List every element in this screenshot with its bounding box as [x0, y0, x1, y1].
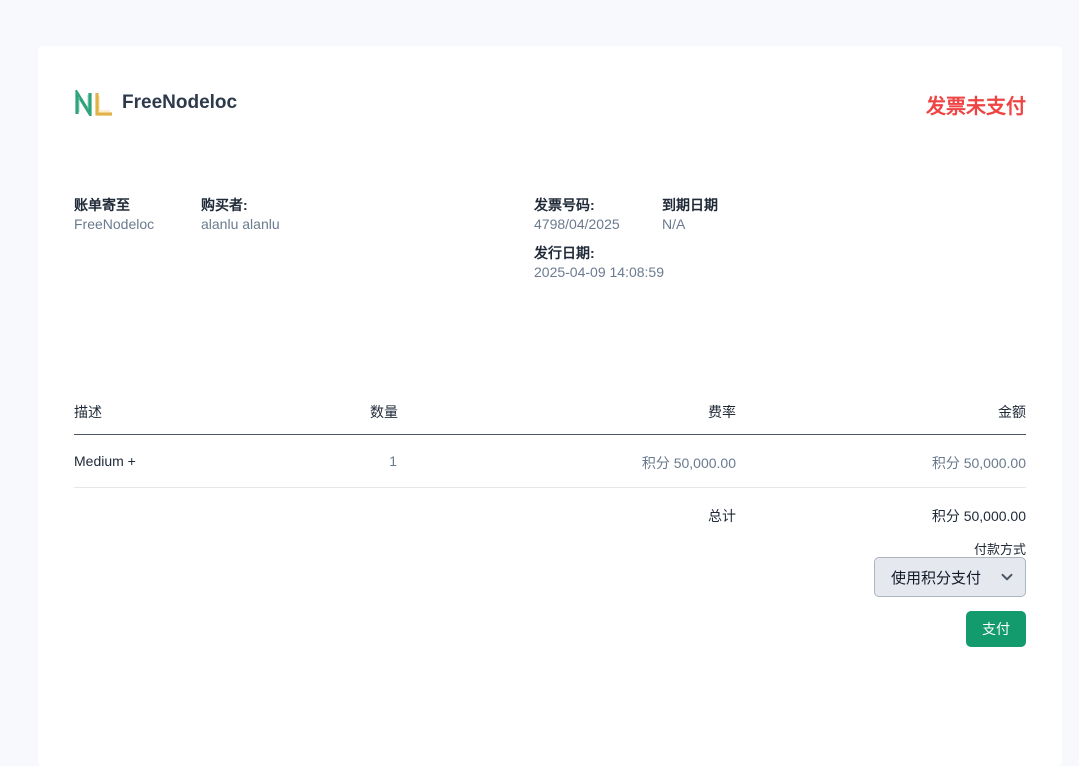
invoice-card: FreeNodeloc 发票未支付 账单寄至 FreeNodeloc 购买者: … [38, 46, 1062, 766]
invoice-number-value: 4798/04/2025 [534, 216, 620, 232]
brand-name: FreeNodeloc [122, 92, 238, 113]
nl-logo-icon [75, 90, 112, 116]
brand[interactable]: FreeNodeloc [74, 90, 237, 116]
row-amount: 积分 50,000.00 [931, 455, 1026, 471]
buyer-value: alanlu alanlu [201, 216, 280, 232]
pay-button[interactable]: 支付 [966, 611, 1026, 647]
due-date-value: N/A [662, 216, 686, 232]
col-header-quantity: 数量 [370, 404, 398, 420]
issue-date-value: 2025-04-09 14:08:59 [534, 264, 664, 280]
invoice-number-label: 发票号码: [534, 197, 595, 213]
row-rate: 积分 50,000.00 [641, 455, 736, 471]
table-row-divider [74, 487, 1026, 488]
row-description: Medium + [74, 453, 136, 469]
row-quantity: 1 [389, 453, 397, 469]
table-header-divider [74, 434, 1026, 435]
buyer-label: 购买者: [201, 197, 248, 213]
payment-method-label: 付款方式 [973, 542, 1026, 557]
chevron-down-icon [1001, 573, 1013, 581]
col-header-amount: 金额 [998, 404, 1026, 420]
col-header-rate: 费率 [708, 404, 736, 420]
invoice-status: 发票未支付 [926, 96, 1026, 118]
total-label: 总计 [708, 508, 736, 524]
total-value: 积分 50,000.00 [931, 508, 1026, 524]
due-date-label: 到期日期 [662, 197, 718, 213]
bill-to-value: FreeNodeloc [74, 216, 155, 232]
payment-method-value: 使用积分支付 [891, 569, 982, 587]
issue-date-label: 发行日期: [534, 245, 595, 261]
col-header-description: 描述 [74, 404, 102, 420]
bill-to-label: 账单寄至 [74, 197, 130, 213]
payment-method-select[interactable]: 使用积分支付 [874, 557, 1026, 597]
